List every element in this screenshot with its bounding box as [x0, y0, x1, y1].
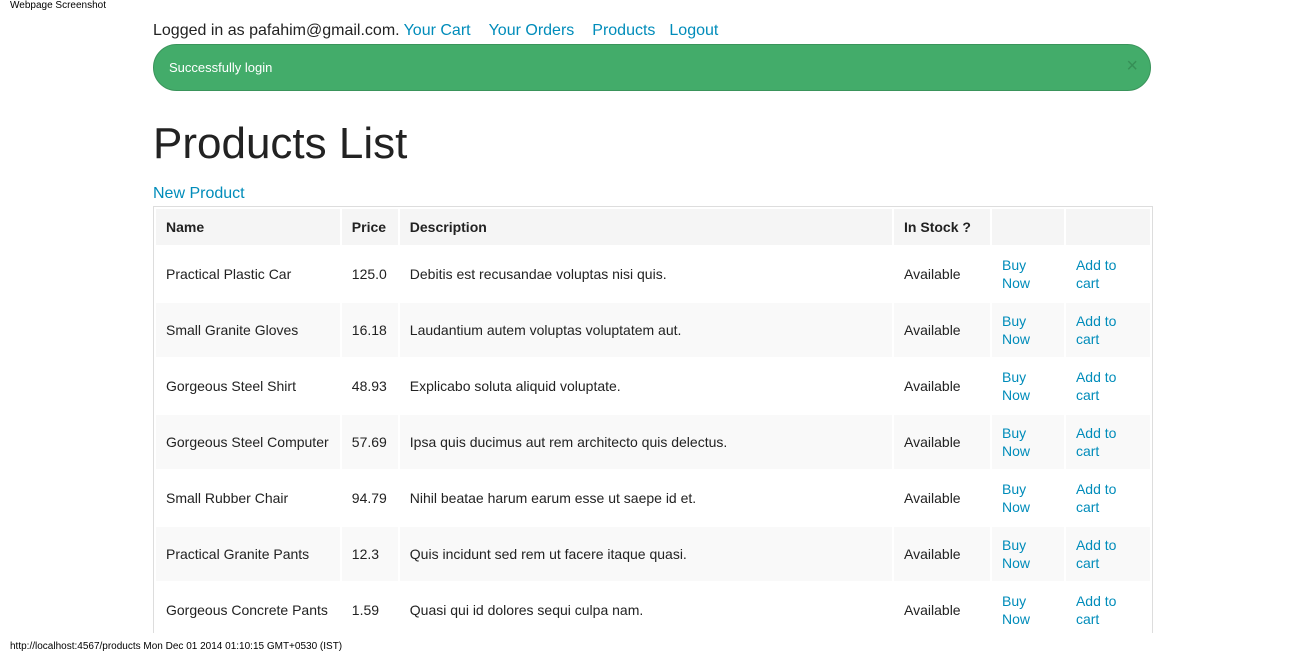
cell-description: Nihil beatae harum earum esse ut saepe i… [399, 471, 893, 525]
close-icon[interactable]: × [1126, 56, 1138, 76]
cell-in-stock: Available [894, 303, 990, 357]
buy-now-link[interactable]: Buy Now [1002, 536, 1052, 572]
add-to-cart-link[interactable]: Add to cart [1076, 312, 1126, 348]
cell-name: Practical Granite Pants [156, 527, 340, 581]
cell-buy: Buy Now [991, 471, 1064, 525]
cell-name: Gorgeous Steel Computer [156, 415, 340, 469]
cell-add: Add to cart [1065, 471, 1150, 525]
add-to-cart-link[interactable]: Add to cart [1076, 368, 1126, 404]
cell-price: 16.18 [341, 303, 398, 357]
nav-link-logout[interactable]: Logout [669, 22, 718, 39]
cell-price: 125.0 [341, 247, 398, 301]
cell-buy: Buy Now [991, 527, 1064, 581]
add-to-cart-link[interactable]: Add to cart [1076, 256, 1126, 292]
add-to-cart-link[interactable]: Add to cart [1076, 536, 1126, 572]
cell-name: Small Rubber Chair [156, 471, 340, 525]
cell-add: Add to cart [1065, 527, 1150, 581]
cell-price: 48.93 [341, 359, 398, 413]
footer-url: http://localhost:4567/products Mon Dec 0… [10, 641, 343, 652]
cell-name: Gorgeous Steel Shirt [156, 359, 340, 413]
top-nav-bar: Logged in as pafahim@gmail.com. Your Cart… [153, 21, 718, 41]
nav-link-products[interactable]: Products [592, 22, 655, 39]
cell-add: Add to cart [1065, 583, 1150, 633]
header-price: Price [341, 209, 398, 245]
header-name: Name [156, 209, 340, 245]
cell-price: 12.3 [341, 527, 398, 581]
table-header-row: Name Price Description In Stock ? [156, 209, 1150, 245]
cell-price: 57.69 [341, 415, 398, 469]
cell-name: Gorgeous Concrete Pants [156, 583, 340, 633]
cell-add: Add to cart [1065, 415, 1150, 469]
cell-add: Add to cart [1065, 247, 1150, 301]
page-title: Products List [153, 119, 408, 168]
cell-name: Small Granite Gloves [156, 303, 340, 357]
add-to-cart-link[interactable]: Add to cart [1076, 424, 1126, 460]
cell-buy: Buy Now [991, 303, 1064, 357]
buy-now-link[interactable]: Buy Now [1002, 256, 1052, 292]
cell-in-stock: Available [894, 415, 990, 469]
cell-description: Quis incidunt sed rem ut facere itaque q… [399, 527, 893, 581]
products-table: Name Price Description In Stock ? Practi… [154, 207, 1152, 633]
success-alert: Successfully login × [153, 44, 1151, 91]
table-row: Gorgeous Concrete Pants 1.59 Quasi qui i… [156, 583, 1150, 633]
buy-now-link[interactable]: Buy Now [1002, 312, 1052, 348]
cell-in-stock: Available [894, 527, 990, 581]
cell-description: Ipsa quis ducimus aut rem architecto qui… [399, 415, 893, 469]
logged-in-text: Logged in as pafahim@gmail.com. [153, 22, 400, 39]
buy-now-link[interactable]: Buy Now [1002, 424, 1052, 460]
alert-message: Successfully login [169, 60, 273, 75]
table-row: Gorgeous Steel Computer 57.69 Ipsa quis … [156, 415, 1150, 469]
buy-now-link[interactable]: Buy Now [1002, 592, 1052, 628]
new-product-link[interactable]: New Product [153, 184, 245, 204]
cell-price: 94.79 [341, 471, 398, 525]
cell-add: Add to cart [1065, 359, 1150, 413]
table-row: Small Rubber Chair 94.79 Nihil beatae ha… [156, 471, 1150, 525]
cell-buy: Buy Now [991, 359, 1064, 413]
cell-description: Quasi qui id dolores sequi culpa nam. [399, 583, 893, 633]
products-table-wrapper: Name Price Description In Stock ? Practi… [153, 206, 1153, 633]
cell-description: Laudantium autem voluptas voluptatem aut… [399, 303, 893, 357]
table-row: Practical Plastic Car 125.0 Debitis est … [156, 247, 1150, 301]
cell-in-stock: Available [894, 583, 990, 633]
cell-in-stock: Available [894, 471, 990, 525]
table-row: Practical Granite Pants 12.3 Quis incidu… [156, 527, 1150, 581]
buy-now-link[interactable]: Buy Now [1002, 368, 1052, 404]
add-to-cart-link[interactable]: Add to cart [1076, 480, 1126, 516]
nav-link-your-orders[interactable]: Your Orders [489, 22, 575, 39]
cell-description: Debitis est recusandae voluptas nisi qui… [399, 247, 893, 301]
nav-link-your-cart[interactable]: Your Cart [404, 22, 471, 39]
cell-in-stock: Available [894, 247, 990, 301]
cell-name: Practical Plastic Car [156, 247, 340, 301]
header-add [1065, 209, 1150, 245]
cell-in-stock: Available [894, 359, 990, 413]
table-row: Small Granite Gloves 16.18 Laudantium au… [156, 303, 1150, 357]
table-row: Gorgeous Steel Shirt 48.93 Explicabo sol… [156, 359, 1150, 413]
cell-buy: Buy Now [991, 247, 1064, 301]
header-buy [991, 209, 1064, 245]
header-in-stock: In Stock ? [894, 209, 990, 245]
add-to-cart-link[interactable]: Add to cart [1076, 592, 1126, 628]
page-container: Logged in as pafahim@gmail.com. Your Cart… [153, 0, 1153, 633]
cell-buy: Buy Now [991, 415, 1064, 469]
cell-price: 1.59 [341, 583, 398, 633]
cell-buy: Buy Now [991, 583, 1064, 633]
screenshot-label: Webpage Screenshot [10, 0, 106, 11]
header-description: Description [399, 209, 893, 245]
cell-description: Explicabo soluta aliquid voluptate. [399, 359, 893, 413]
cell-add: Add to cart [1065, 303, 1150, 357]
buy-now-link[interactable]: Buy Now [1002, 480, 1052, 516]
